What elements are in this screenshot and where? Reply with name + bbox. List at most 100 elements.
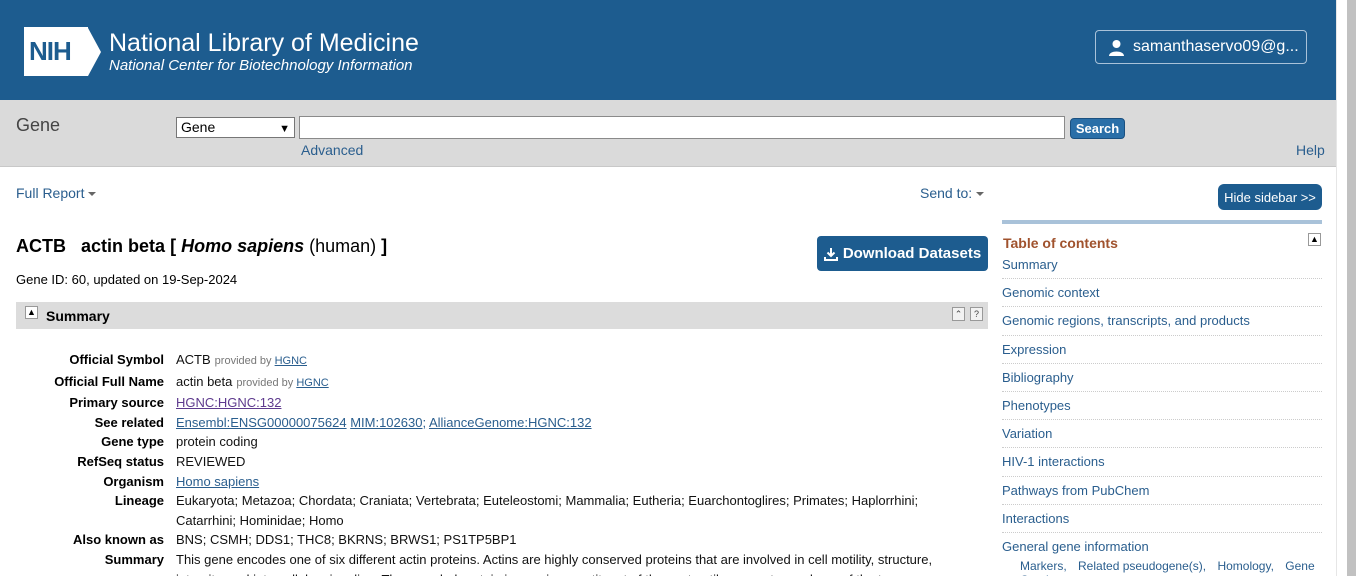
database-select[interactable]: Gene ▼ — [176, 117, 295, 138]
summary-row: RefSeq status REVIEWED — [16, 452, 956, 472]
help-link[interactable]: Help — [1296, 142, 1325, 158]
toc-item-interactions[interactable]: Interactions — [1002, 505, 1322, 533]
summary-row-value: Eukaryota; Metazoa; Chordata; Craniata; … — [176, 493, 919, 528]
summary-row-label: Official Symbol — [69, 352, 164, 367]
chevron-down-icon: ▼ — [279, 123, 290, 135]
summary-row-value: protein coding — [176, 434, 258, 450]
collapse-icon[interactable]: ▲ — [25, 306, 38, 319]
summary-row: See related Ensembl:ENSG00000075624 MIM:… — [16, 413, 956, 433]
download-datasets-button[interactable]: Download Datasets — [817, 236, 988, 271]
summary-row-value: Homo sapiens — [176, 472, 956, 492]
ensembl-link[interactable]: Ensembl:ENSG00000075624 — [176, 415, 347, 430]
summary-row-label: Official Full Name — [54, 373, 164, 389]
summary-row: Primary source HGNC:HGNC:132 — [16, 393, 956, 413]
toc-item-summary[interactable]: Summary — [1002, 251, 1322, 280]
summary-row-label: Organism — [103, 473, 164, 489]
summary-row: Official Symbol ACTB provided by HGNC — [16, 350, 956, 372]
gene-title: ACTB actin beta [ Homo sapiens (human) ] — [16, 236, 387, 257]
nih-logo-chevron — [88, 27, 101, 76]
summary-section-title: Summary — [46, 308, 110, 324]
toc-subitem-markers[interactable]: Markers, — [1020, 559, 1067, 573]
hide-sidebar-button[interactable]: Hide sidebar >> — [1218, 184, 1322, 210]
gene-organism: Homo sapiens — [181, 236, 305, 256]
send-to-label: Send to: — [920, 185, 973, 201]
caret-down-icon — [88, 192, 97, 197]
official-full-name: actin beta — [176, 373, 233, 389]
scrollbar-thumb[interactable] — [1347, 0, 1356, 576]
search-bar: Gene Gene ▼ Search Advanced Help — [0, 100, 1336, 167]
account-button[interactable]: samanthaservo09@g... — [1095, 30, 1307, 64]
search-input[interactable] — [299, 116, 1065, 139]
summary-row-label: Lineage — [114, 493, 164, 509]
summary-row: Official Full Name actin beta provided by… — [16, 372, 956, 394]
toc-item-pathways-pubchem[interactable]: Pathways from PubChem — [1002, 477, 1322, 505]
page: NIH National Library of Medicine Nationa… — [0, 0, 1336, 576]
mim-link[interactable]: MIM:102630; — [350, 415, 426, 430]
toc-subitem-homology[interactable]: Homology, — [1217, 559, 1273, 573]
database-name: Gene — [16, 115, 61, 135]
toc-item-hiv1-interactions[interactable]: HIV-1 interactions — [1002, 448, 1322, 477]
organism-link[interactable]: Homo sapiens — [176, 474, 259, 489]
bracket-close: ] — [381, 236, 388, 256]
toc-item-phenotypes[interactable]: Phenotypes — [1002, 392, 1322, 421]
summary-row: Organism Homo sapiens — [16, 472, 956, 492]
summary-row-value: This gene encodes one of six different a… — [176, 551, 933, 576]
summary-table: Official Symbol ACTB provided by HGNC Off… — [16, 350, 956, 576]
summary-row-value: HGNC:HGNC:132 — [176, 393, 956, 413]
summary-section-header: ▲ Summary ⌃ ? — [16, 302, 988, 329]
scroll-top-icon[interactable]: ⌃ — [952, 307, 965, 321]
advanced-search-link[interactable]: Advanced — [301, 142, 363, 158]
primary-source-link[interactable]: HGNC:HGNC:132 — [176, 395, 281, 410]
toc-title: Table of contents — [1003, 235, 1118, 251]
toc-item-genomic-context[interactable]: Genomic context — [1002, 279, 1322, 308]
toc-item-genomic-regions[interactable]: Genomic regions, transcripts, and produc… — [1002, 307, 1322, 336]
vertical-scrollbar[interactable] — [1336, 0, 1365, 576]
toc-item-general-gene-info[interactable]: General gene information — [1002, 533, 1322, 557]
user-icon — [1109, 39, 1124, 56]
summary-row-value: ACTB provided by HGNC — [176, 350, 956, 372]
summary-row-value: actin beta provided by HGNC — [176, 372, 956, 394]
table-of-contents: Table of contents ▲ Summary Genomic cont… — [1002, 220, 1322, 576]
summary-row-label: Summary — [104, 551, 164, 567]
toc-item-expression[interactable]: Expression — [1002, 336, 1322, 364]
caret-down-icon — [976, 192, 985, 197]
alliance-genome-link[interactable]: AllianceGenome:HGNC:132 — [429, 415, 592, 430]
summary-row-value: REVIEWED — [176, 453, 246, 469]
hgnc-link[interactable]: HGNC — [296, 377, 328, 389]
summary-row-label: Also known as — [72, 532, 164, 548]
site-header: NIH National Library of Medicine Nationa… — [0, 0, 1336, 100]
toc-subitems: Markers, Related pseudogene(s), Homology… — [1002, 557, 1322, 576]
summary-row-value: BNS; CSMH; DDS1; THC8; BKRNS; BRWS1; PS1… — [176, 532, 517, 548]
nlm-title[interactable]: National Library of Medicine — [109, 29, 419, 58]
gene-symbol: ACTB — [16, 236, 66, 256]
full-report-menu[interactable]: Full Report — [16, 185, 97, 201]
nlm-subtitle[interactable]: National Center for Biotechnology Inform… — [109, 57, 413, 74]
full-report-label: Full Report — [16, 185, 85, 201]
download-datasets-label: Download Datasets — [842, 245, 982, 262]
summary-row-label: Gene type — [101, 434, 164, 450]
download-icon — [823, 247, 838, 261]
provided-by-text: provided by — [236, 376, 294, 389]
search-button[interactable]: Search — [1070, 118, 1125, 139]
nih-logo[interactable]: NIH — [24, 27, 101, 76]
bracket-open: [ — [170, 236, 177, 256]
summary-row-label: See related — [94, 414, 164, 430]
help-icon[interactable]: ? — [970, 307, 983, 321]
summary-row-value: Ensembl:ENSG00000075624 MIM:102630; Alli… — [176, 413, 956, 433]
summary-row: Lineage Eukaryota; Metazoa; Chordata; Cr… — [16, 491, 956, 530]
database-select-value: Gene — [181, 119, 216, 135]
gene-id-line: Gene ID: 60, updated on 19-Sep-2024 — [16, 272, 238, 287]
toc-item-bibliography[interactable]: Bibliography — [1002, 364, 1322, 392]
provided-by-text: provided by — [214, 355, 272, 367]
gene-name: actin beta — [81, 236, 166, 256]
nih-logo-text: NIH — [24, 27, 88, 76]
toc-item-variation[interactable]: Variation — [1002, 420, 1322, 449]
toc-subitem-pseudogenes[interactable]: Related pseudogene(s), — [1078, 559, 1206, 573]
provided-by: provided by HGNC — [236, 377, 328, 389]
send-to-menu[interactable]: Send to: — [920, 185, 985, 201]
summary-row: Summary This gene encodes one of six dif… — [16, 550, 956, 576]
summary-row-label: Primary source — [69, 395, 164, 411]
hgnc-link[interactable]: HGNC — [275, 355, 307, 367]
summary-row: Gene type protein coding — [16, 432, 956, 452]
collapse-icon[interactable]: ▲ — [1308, 233, 1321, 246]
